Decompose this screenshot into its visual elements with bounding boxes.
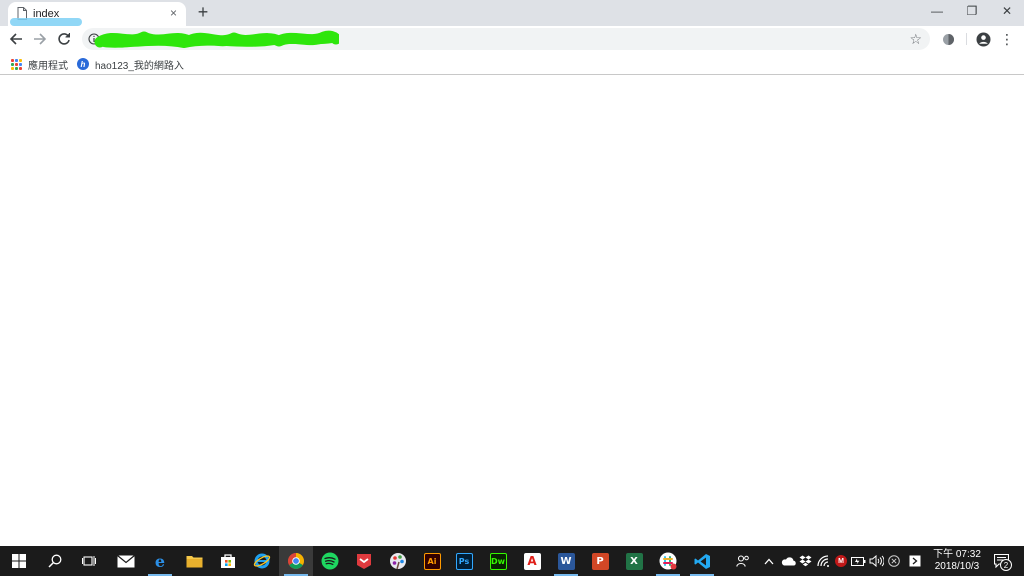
battery-icon — [850, 556, 865, 566]
store-icon — [221, 554, 235, 568]
apps-grid-icon — [11, 58, 22, 70]
tab-highlight-mark — [10, 18, 82, 26]
browser-toolbar: ☆ ⋮ — [0, 26, 1024, 52]
tray-people[interactable] — [733, 546, 753, 576]
toolbar-separator — [966, 33, 967, 45]
tray-mcafee[interactable]: M — [833, 546, 849, 576]
bookmark-hao123-label: hao123_我的網路入 — [95, 60, 184, 72]
tab-close-icon[interactable]: × — [167, 7, 180, 20]
arrow-left-icon — [9, 33, 22, 45]
taskbar-mail[interactable] — [109, 546, 143, 576]
excel-icon: X — [625, 552, 643, 570]
taskbar-clock[interactable]: 下午 07:32 2018/10/3 — [929, 549, 985, 573]
bookmarks-bar: 應用程式 h hao123_我的網路入 — [0, 52, 1024, 75]
page-content — [0, 76, 1024, 546]
acrobat-icon: A — [523, 552, 541, 570]
tray-cancel[interactable] — [885, 546, 903, 576]
taskbar-red-app[interactable] — [347, 546, 381, 576]
mail-icon — [117, 554, 135, 567]
taskbar-edge[interactable]: e — [143, 546, 177, 576]
slack-icon — [659, 552, 677, 570]
tab-strip: index × + — ❐ ✕ — [0, 0, 1024, 26]
bookmark-star-icon[interactable]: ☆ — [909, 31, 922, 47]
profile-button[interactable] — [975, 31, 991, 47]
volume-icon — [869, 555, 884, 567]
bookmark-hao123[interactable]: h hao123_我的網路入 — [77, 56, 184, 72]
ie-icon — [253, 553, 271, 569]
extension-icon — [942, 33, 954, 45]
people-icon — [736, 555, 749, 567]
taskbar-spotify[interactable] — [313, 546, 347, 576]
taskbar-internet-explorer[interactable] — [245, 546, 279, 576]
address-bar[interactable]: ☆ — [82, 28, 930, 50]
action-icon — [909, 555, 921, 567]
taskbar-paint[interactable] — [381, 546, 415, 576]
chrome-icon — [288, 553, 304, 569]
mcafee-icon: M — [835, 555, 847, 567]
start-button[interactable] — [2, 546, 36, 576]
vscode-icon — [694, 553, 710, 569]
tab-index[interactable]: index × — [8, 2, 186, 26]
word-icon: W — [557, 552, 575, 570]
dreamweaver-icon: Dw — [489, 552, 507, 570]
tray-dropbox[interactable] — [797, 546, 813, 576]
tray-wifi[interactable] — [815, 546, 833, 576]
arrow-right-icon — [34, 33, 47, 45]
illustrator-icon: Ai — [423, 552, 441, 570]
dropbox-icon — [799, 555, 811, 567]
search-button[interactable] — [38, 546, 72, 576]
task-view-button[interactable] — [72, 546, 106, 576]
taskbar-file-explorer[interactable] — [177, 546, 211, 576]
windows-icon — [12, 554, 26, 568]
powerpoint-icon: P — [591, 552, 609, 570]
photoshop-icon: Ps — [455, 552, 473, 570]
bookmark-apps-label: 應用程式 — [28, 60, 68, 72]
minimize-button[interactable]: — — [920, 0, 954, 22]
extension-button[interactable] — [940, 31, 956, 47]
clock-date: 2018/10/3 — [934, 561, 980, 572]
tray-volume[interactable] — [867, 546, 885, 576]
palette-icon — [390, 553, 406, 570]
reload-icon — [58, 33, 70, 45]
reload-button[interactable] — [55, 30, 73, 48]
back-button[interactable] — [7, 30, 25, 48]
bookmark-apps[interactable]: 應用程式 — [11, 56, 68, 72]
taskbar-vscode[interactable] — [685, 546, 719, 576]
taskbar-acrobat[interactable]: A — [515, 546, 549, 576]
tray-show-hidden[interactable] — [761, 546, 777, 576]
taskbar-illustrator[interactable]: Ai — [415, 546, 449, 576]
taskbar-store[interactable] — [211, 546, 245, 576]
red-app-icon — [357, 554, 371, 569]
account-icon — [976, 32, 990, 46]
tray-onedrive[interactable] — [779, 546, 797, 576]
edge-icon: e — [154, 551, 166, 571]
tray-action[interactable] — [906, 546, 924, 576]
taskbar-excel[interactable]: X — [617, 546, 651, 576]
taskbar-dreamweaver[interactable]: Dw — [481, 546, 515, 576]
notification-count-badge: 2 — [1000, 559, 1012, 571]
task-view-icon — [82, 556, 96, 566]
chevron-up-icon — [764, 558, 774, 564]
onedrive-icon — [781, 557, 796, 566]
taskbar-photoshop[interactable]: Ps — [447, 546, 481, 576]
taskbar-slack[interactable] — [651, 546, 685, 576]
wifi-icon — [817, 555, 829, 567]
new-tab-button[interactable]: + — [194, 3, 212, 21]
tray-battery[interactable] — [849, 546, 867, 576]
taskbar-word[interactable]: W — [549, 546, 583, 576]
taskbar-chrome[interactable] — [279, 546, 313, 576]
windows-taskbar: e Ai Ps Dw A W P X M 下午 07:32 2018/10/3 — [0, 546, 1024, 576]
restore-button[interactable]: ❐ — [955, 0, 989, 22]
chrome-menu-button[interactable]: ⋮ — [999, 31, 1015, 47]
window-close-button[interactable]: ✕ — [990, 0, 1024, 22]
clock-time: 下午 07:32 — [933, 549, 981, 560]
url-redaction-scribble — [94, 30, 339, 49]
taskbar-powerpoint[interactable]: P — [583, 546, 617, 576]
spotify-icon — [321, 552, 339, 570]
search-icon — [48, 554, 62, 568]
cancel-icon — [888, 555, 900, 567]
forward-button[interactable] — [31, 30, 49, 48]
folder-icon — [186, 556, 202, 568]
hao123-icon: h — [77, 58, 89, 70]
